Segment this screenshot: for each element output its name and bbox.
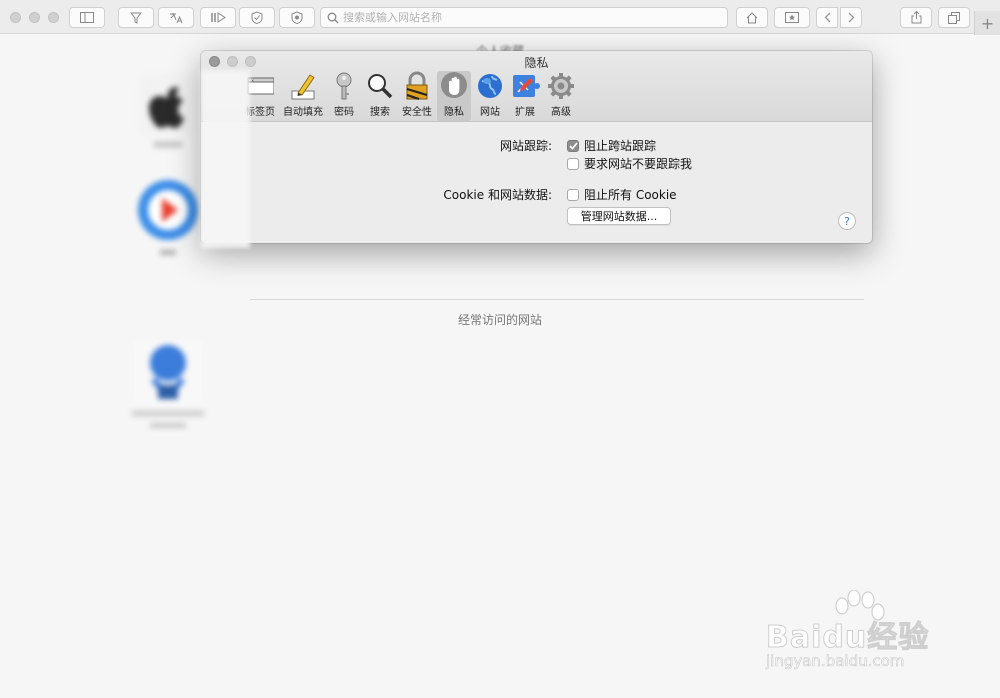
tab-label: 搜索 — [370, 107, 390, 118]
checkbox-label: 阻止跨站跟踪 — [584, 139, 657, 153]
manage-website-data-button[interactable]: 管理网站数据... — [567, 207, 671, 225]
home-icon — [746, 11, 758, 23]
prefs-window-title: 隐私 — [524, 56, 549, 70]
puzzle-icon — [509, 71, 541, 101]
tab-label: 安全性 — [402, 107, 432, 118]
svg-text:×: × — [251, 78, 254, 83]
star-icon — [785, 12, 799, 23]
magnifier-icon — [364, 71, 396, 101]
favorite-tile-apple[interactable] — [136, 70, 200, 150]
close-window-button[interactable] — [10, 12, 21, 23]
gear-icon — [545, 71, 577, 101]
privacy-pane: 网站跟踪: 阻止跨站跟踪 要求网站不要跟踪我 Cookie 和网站数据: 阻止所… — [201, 122, 872, 243]
play-circle-icon — [138, 180, 198, 255]
new-tab-button[interactable]: + — [974, 11, 1000, 35]
tabs-overview-icon — [948, 11, 960, 24]
tab-passwords[interactable]: 密码 — [329, 71, 359, 121]
lock-icon — [401, 71, 433, 101]
checkbox-label: 阻止所有 Cookie — [584, 188, 677, 202]
search-icon — [327, 12, 339, 23]
share-icon — [911, 11, 921, 24]
chevron-right-icon — [848, 12, 854, 23]
tab-label: 扩展 — [515, 107, 535, 118]
key-icon — [328, 71, 360, 101]
checkmark-icon — [568, 141, 578, 150]
tab-advanced[interactable]: 高级 — [545, 71, 577, 121]
watermark-brand: Baidu经验 — [765, 620, 930, 656]
block-cross-site-checkbox[interactable]: 阻止跨站跟踪 — [567, 137, 656, 154]
favorite-tile-video[interactable] — [134, 178, 202, 262]
globe-icon — [474, 71, 506, 101]
ask-not-track-checkbox[interactable]: 要求网站不要跟踪我 — [567, 155, 692, 172]
tab-autofill[interactable]: 自动填充 — [281, 71, 325, 121]
zoom-window-button[interactable] — [48, 12, 59, 23]
tab-label: 自动填充 — [283, 107, 323, 118]
funnel-icon — [130, 12, 142, 24]
frequent-sites-title: 经常访问的网站 — [457, 313, 542, 327]
shield-button[interactable] — [239, 7, 275, 28]
sidebar-button[interactable] — [69, 7, 105, 28]
checkbox-label: 要求网站不要跟踪我 — [584, 157, 693, 171]
blurred-overlay — [201, 70, 250, 248]
translate-icon — [170, 12, 183, 23]
minimize-window-button[interactable] — [29, 12, 40, 23]
forward-button[interactable] — [840, 7, 862, 28]
baidu-watermark: Baidu经验 jingyan.baidu.com — [765, 590, 956, 680]
blue-logo-icon — [132, 339, 204, 428]
cookies-data-label: Cookie 和网站数据: — [443, 188, 552, 202]
privacy-preferences-window: 隐私 × 标签页 自动填充 密码 搜索 安全性 隐私 网站 扩展 高级 网站跟踪… — [201, 51, 872, 243]
bookmark-button[interactable] — [774, 7, 810, 28]
reader-button[interactable] — [200, 7, 236, 28]
tab-extensions[interactable]: 扩展 — [509, 71, 541, 121]
block-all-cookies-checkbox[interactable]: 阻止所有 Cookie — [567, 186, 677, 203]
checkbox-unchecked[interactable] — [567, 157, 579, 170]
chevron-left-icon — [824, 12, 830, 23]
pencil-icon — [287, 71, 319, 101]
frequent-tile[interactable] — [128, 335, 208, 435]
tab-label: 高级 — [551, 107, 571, 118]
website-tracking-label: 网站跟踪: — [499, 139, 552, 153]
play-icon — [211, 12, 226, 23]
tab-label: 密码 — [334, 107, 354, 118]
home-button[interactable] — [736, 7, 768, 28]
tab-security[interactable]: 安全性 — [399, 71, 435, 121]
tab-websites[interactable]: 网站 — [475, 71, 505, 121]
filter-button[interactable] — [118, 7, 154, 28]
apple-logo-icon — [140, 74, 196, 147]
tab-label: 隐私 — [444, 107, 464, 118]
shield-icon — [291, 11, 303, 24]
tab-label: 网站 — [480, 107, 500, 118]
search-input[interactable] — [343, 11, 703, 24]
help-button[interactable]: ? — [838, 212, 856, 230]
checkbox-checked[interactable] — [567, 139, 579, 152]
share-button[interactable] — [900, 7, 932, 28]
sidebar-icon — [80, 12, 94, 23]
tab-privacy[interactable]: 隐私 — [437, 71, 471, 121]
tab-search[interactable]: 搜索 — [363, 71, 397, 121]
frequent-divider — [250, 299, 864, 300]
address-bar[interactable] — [320, 7, 728, 28]
shield-check-icon — [251, 11, 263, 24]
tab-overview-button[interactable] — [938, 7, 970, 28]
back-button[interactable] — [816, 7, 838, 28]
watermark-url: jingyan.baidu.com — [766, 652, 905, 671]
adblock-button[interactable] — [279, 7, 315, 28]
checkbox-unchecked[interactable] — [567, 188, 579, 201]
preferences-toolbar: 隐私 × 标签页 自动填充 密码 搜索 安全性 隐私 网站 扩展 高级 — [201, 51, 872, 122]
translate-button[interactable] — [158, 7, 194, 28]
hand-icon — [438, 71, 470, 101]
browser-toolbar: + — [0, 0, 1000, 35]
